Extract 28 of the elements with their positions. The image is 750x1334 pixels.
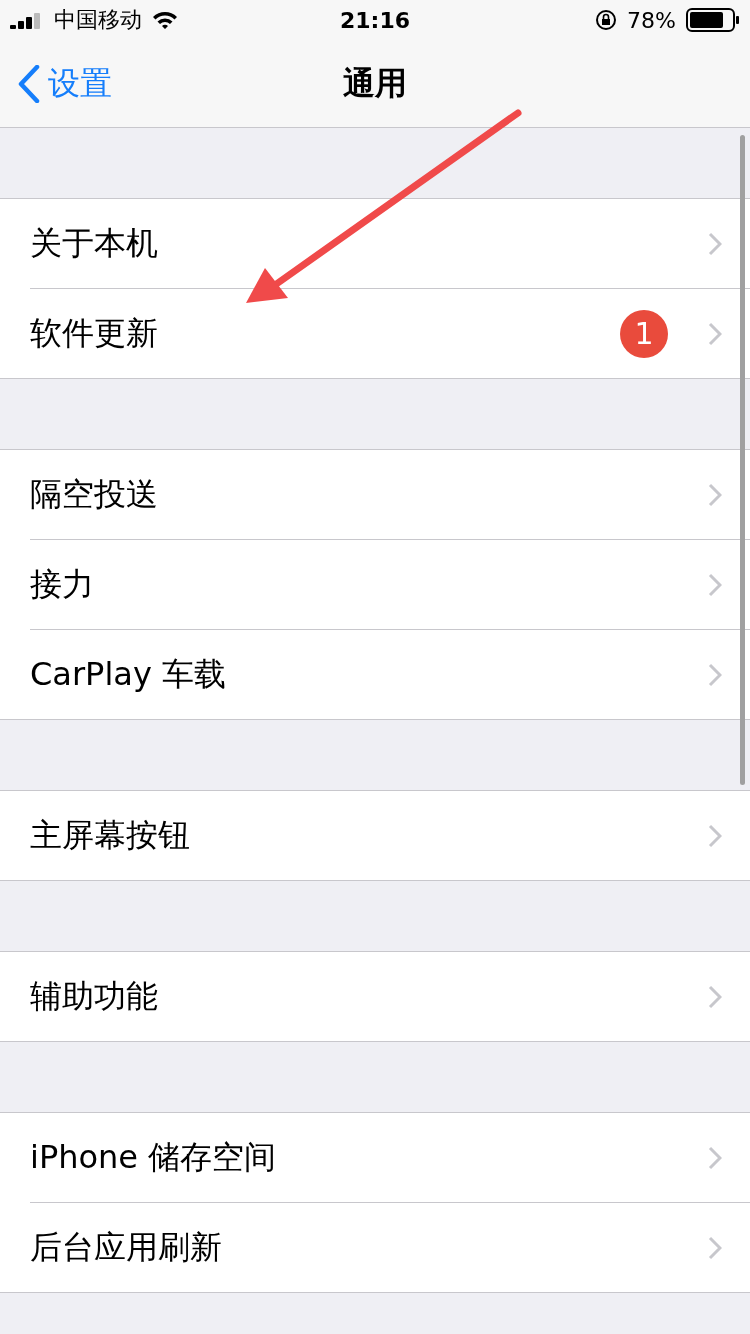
chevron-icon (708, 1235, 722, 1260)
settings-row[interactable]: CarPlay 车载 (0, 629, 750, 719)
chevron-icon (708, 662, 722, 687)
settings-row[interactable]: 主屏幕按钮 (0, 791, 750, 880)
carrier-name: 中国移动 (54, 6, 142, 34)
notification-badge: 1 (620, 309, 668, 358)
page-title: 通用 (343, 62, 407, 104)
chevron-icon (708, 572, 722, 597)
settings-row[interactable]: 后台应用刷新 (0, 1202, 750, 1292)
settings-row[interactable]: 软件更新 1 (0, 288, 750, 378)
chevron-icon (708, 231, 722, 256)
settings-row[interactable]: 关于本机 (0, 199, 750, 288)
battery-percent: 78% (627, 7, 676, 33)
settings-row[interactable]: 接力 (0, 539, 750, 629)
wifi-icon (152, 10, 178, 30)
clock-time: 21:16 (340, 7, 410, 33)
settings-row[interactable]: 辅助功能 (0, 952, 750, 1041)
settings-row[interactable]: 隔空投送 (0, 450, 750, 539)
back-button[interactable]: 设置 (0, 61, 112, 106)
back-chevron-icon (18, 64, 40, 103)
battery-icon (686, 8, 740, 32)
chevron-icon (708, 482, 722, 507)
chevron-icon (708, 984, 722, 1009)
chevron-icon (708, 321, 722, 346)
settings-row[interactable]: iPhone 储存空间 (0, 1113, 750, 1202)
chevron-icon (708, 823, 722, 848)
rotation-lock-icon (595, 9, 618, 31)
chevron-icon (708, 1145, 722, 1170)
